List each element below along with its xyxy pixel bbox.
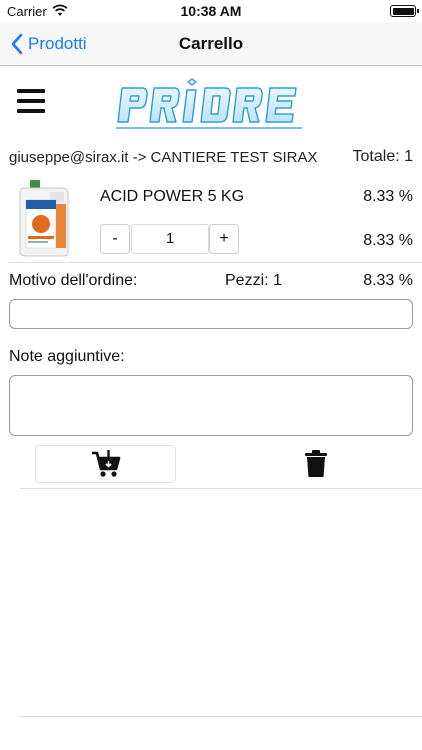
order-total: Totale: 1 bbox=[352, 148, 413, 165]
priore-logo bbox=[116, 78, 302, 129]
decrease-quantity-button[interactable]: - bbox=[100, 224, 130, 254]
notes-label: Note aggiuntive: bbox=[9, 348, 125, 365]
order-reason-input[interactable] bbox=[9, 299, 413, 329]
battery-icon bbox=[390, 5, 419, 17]
delete-button[interactable] bbox=[302, 449, 330, 479]
status-bar: Carrier 10:38 AM bbox=[0, 0, 422, 22]
clock: 10:38 AM bbox=[180, 3, 242, 19]
order-reason-label: Motivo dell'ordine: bbox=[9, 272, 138, 289]
product-percent: 8.33 % bbox=[363, 188, 413, 205]
divider bbox=[20, 716, 422, 717]
divider bbox=[20, 488, 422, 489]
cart-download-icon bbox=[91, 450, 120, 477]
divider bbox=[9, 262, 422, 263]
notes-textarea[interactable] bbox=[9, 375, 413, 436]
trash-icon bbox=[305, 450, 327, 477]
increase-quantity-button[interactable]: + bbox=[209, 224, 239, 254]
navigation-bar: Prodotti Carrello bbox=[0, 22, 422, 66]
quantity-percent: 8.33 % bbox=[363, 232, 413, 249]
product-image bbox=[19, 180, 69, 257]
page-title: Carrello bbox=[178, 34, 244, 53]
pieces-count: Pezzi: 1 bbox=[225, 272, 282, 289]
menu-icon[interactable] bbox=[17, 89, 45, 113]
quantity-field[interactable]: 1 bbox=[131, 224, 209, 254]
order-recipient: giuseppe@sirax.it -> CANTIERE TEST SIRAX bbox=[9, 149, 318, 166]
summary-percent: 8.33 % bbox=[363, 272, 413, 289]
add-to-cart-button[interactable] bbox=[35, 445, 176, 483]
product-name: ACID POWER 5 KG bbox=[100, 188, 245, 205]
